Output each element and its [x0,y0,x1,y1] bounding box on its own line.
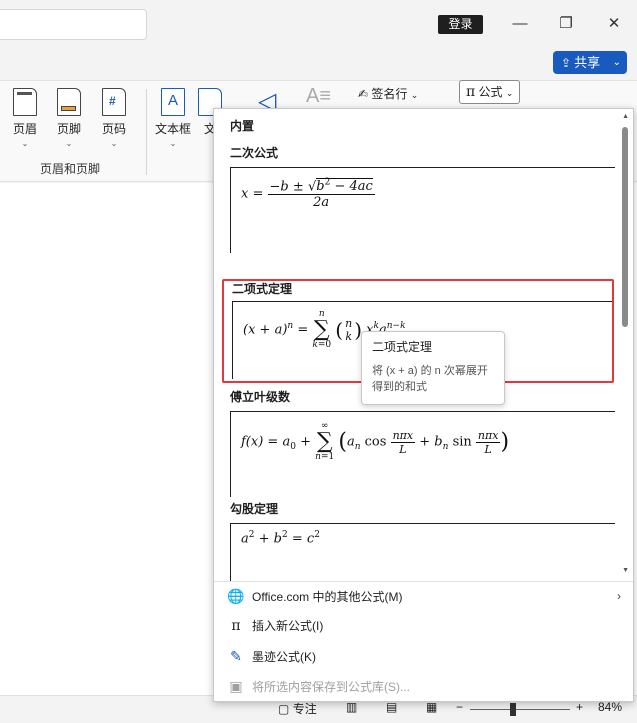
page-number-icon: # [102,88,126,116]
title-bar: 登录 — ❐ ✕ [0,0,637,48]
textbox-icon: A [161,88,185,116]
save-icon: ▣ [229,678,243,694]
signature-label: 签名行 [371,87,408,101]
textbox-label: 文本框 [155,122,192,136]
equation-title: 勾股定理 [230,502,279,516]
page-number-button[interactable]: # 页码 ⌄ [102,88,126,148]
chevron-down-icon: ⌄ [505,88,514,98]
tooltip-description: 将 (x + a) 的 n 次幂展开得到的和式 [372,365,488,393]
focus-icon: ▢ [278,702,290,716]
equation-label: 公式 [478,85,503,99]
textbox-button[interactable]: A 文本框 ⌄ [155,88,191,148]
login-button[interactable]: 登录 [438,15,483,34]
group-divider [146,89,147,175]
header-label: 页眉 [13,122,38,136]
restore-icon[interactable]: ❐ [554,12,578,36]
chevron-right-icon: › [617,589,621,603]
equation-gallery-panel: 内置 二次公式 x = −b ± √b2 − 4ac 2a 二项式定理 (x + … [213,108,634,702]
page-number-label: 页码 [102,122,127,136]
pythagorean-formula: a2 + b2 = c2 [241,530,320,547]
web-layout-icon[interactable]: ▦ [426,700,437,714]
insert-new-equation-item[interactable]: π 插入新公式(I) [226,611,631,641]
chevron-down-icon: ⌄ [21,139,29,148]
equation-title: 二次公式 [230,146,279,160]
menu-label: 将所选内容保存到公式库(S)... [252,680,410,694]
chevron-down-icon: ⌄ [612,57,621,68]
close-icon[interactable]: ✕ [602,12,626,36]
builtin-section-title: 内置 [230,119,255,133]
fourier-formula: f(x) = a0 + ∞ ∑ n=1 (an cos nπx L + bn sin … [241,421,510,462]
quadratic-formula: x = −b ± √b2 − 4ac 2a [241,178,375,211]
chevron-down-icon: ⌄ [65,139,73,148]
menu-label: 墨迹公式(K) [252,650,316,664]
more-equations-office-item[interactable]: 🌐 Office.com 中的其他公式(M) › [226,581,631,611]
header-icon [13,88,37,116]
zoom-in-button[interactable]: + [576,700,583,714]
menu-label: 插入新公式(I) [252,619,324,633]
tooltip-title: 二项式定理 [372,340,433,354]
read-mode-icon[interactable]: ▥ [346,700,357,714]
globe-icon: 🌐 [227,588,245,604]
save-to-gallery-item: ▣ 将所选内容保存到公式库(S)... [226,671,631,701]
scrollbar-thumb[interactable] [622,127,628,327]
pi-icon: π [466,84,476,100]
ink-equation-item[interactable]: ✎ 墨迹公式(K) [226,641,631,671]
print-layout-icon[interactable]: ▤ [386,700,397,714]
footer-button[interactable]: 页脚 ⌄ [57,88,81,148]
share-icon: ⇪ [561,56,572,70]
menu-label: Office.com 中的其他公式(M) [252,590,403,604]
header-footer-group-label: 页眉和页脚 [40,162,101,176]
dropcap-icon[interactable]: A≡ [306,85,331,108]
minimize-icon[interactable]: — [508,12,532,36]
equation-item-quadratic[interactable]: 二次公式 x = −b ± √b2 − 4ac 2a [222,143,615,253]
zoom-out-button[interactable]: − [456,700,463,714]
chevron-down-icon: ⌄ [169,139,177,148]
signature-line-button[interactable]: ✍ 签名行 ⌄ [352,83,424,107]
zoom-slider[interactable] [470,709,570,710]
equation-button[interactable]: π 公式 ⌄ [459,80,521,104]
equation-preview: x = −b ± √b2 − 4ac 2a [230,167,615,253]
ink-equation-icon: ✎ [230,648,242,664]
footer-label: 页脚 [57,122,82,136]
scroll-down-icon[interactable]: ▼ [622,567,629,574]
header-button[interactable]: 页眉 ⌄ [13,88,37,148]
equation-preview: f(x) = a0 + ∞ ∑ n=1 (an cos nπx L + bn sin … [230,411,615,497]
signature-icon: ✍ [358,87,369,101]
equation-tooltip: 二项式定理 将 (x + a) 的 n 次幂展开得到的和式 [361,331,505,405]
zoom-level[interactable]: 84% [598,700,622,714]
focus-button[interactable]: ▢ 专注 [278,700,317,717]
chevron-down-icon: ⌄ [410,90,419,100]
equation-title: 二项式定理 [232,282,293,296]
equation-preview: a2 + b2 = c2 [230,523,615,581]
share-button[interactable]: ⇪ 共享 ⌄ [553,51,627,74]
scroll-up-icon[interactable]: ▲ [622,113,629,120]
footer-icon [57,88,81,116]
chevron-down-icon: ⌄ [110,139,118,148]
equation-item-pythagorean[interactable]: 勾股定理 a2 + b2 = c2 [222,499,615,581]
search-input[interactable] [0,9,147,40]
focus-label: 专注 [292,702,317,716]
zoom-slider-thumb[interactable] [510,703,516,716]
share-label: 共享 [574,55,601,70]
pi-icon: π [231,618,241,634]
